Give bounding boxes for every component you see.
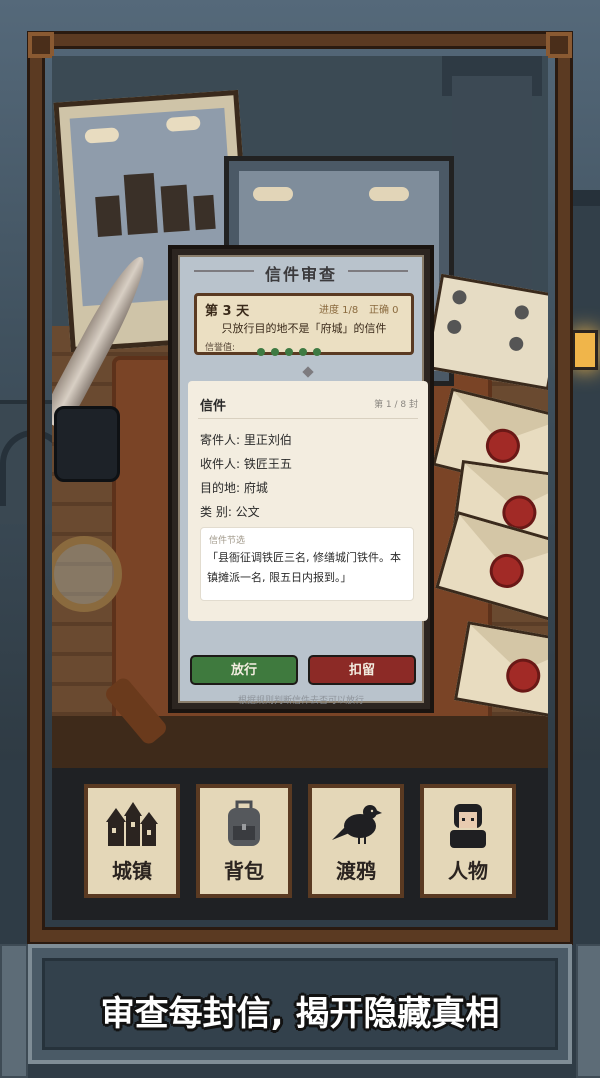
menu-label: 人物 — [448, 859, 488, 883]
wax-seal-icon — [503, 655, 543, 696]
letter-page-count: 第 1 / 8 封 — [374, 400, 418, 410]
letter-review-panel: 信件审查 第 3 天 进度 1/8 正确 0 只放行目的地不是「府城」的信件 信… — [168, 245, 434, 713]
day-label: 第 3 天 — [205, 304, 250, 319]
panel-title-wrap: 信件审查 — [180, 261, 422, 285]
sender-field: 寄件人: 里正刘伯 — [200, 433, 292, 447]
panel-title: 信件审查 — [264, 265, 337, 284]
menu-town-button[interactable]: 城镇 — [84, 784, 180, 898]
avatar-icon — [451, 289, 468, 306]
cloud-icon — [253, 187, 293, 201]
raven-icon — [332, 805, 382, 844]
caption-text: 审查每封信, 揭开隐藏真相 — [100, 994, 500, 1034]
divider-diamond — [302, 366, 314, 378]
trust-dot — [271, 348, 279, 356]
avatar-icon — [513, 304, 530, 321]
cloud-icon — [369, 187, 409, 201]
frame-corner — [546, 32, 572, 58]
menu-label: 城镇 — [112, 859, 152, 883]
house-icon — [193, 194, 216, 231]
destination-field: 目的地: 府城 — [200, 481, 268, 495]
correct-count: 正确 0 — [369, 305, 399, 316]
menu-character-button[interactable]: 人物 — [420, 784, 516, 898]
avatar-icon — [446, 318, 463, 335]
trust-dot — [285, 348, 293, 356]
letter-card: 信件 第 1 / 8 封 寄件人: 里正刘伯 收件人: 铁匠王五 目的地: 府城… — [188, 381, 428, 621]
hint-text: 根据规则判断信件去否可以放行 — [237, 696, 364, 706]
inkpot-icon — [54, 406, 120, 482]
menu-label: 背包 — [224, 859, 264, 883]
trust-meter — [257, 341, 327, 360]
trust-dot — [257, 348, 265, 356]
day-info-card: 第 3 天 进度 1/8 正确 0 只放行目的地不是「府城」的信件 信誉值: — [194, 293, 414, 356]
house-icon — [160, 184, 190, 233]
category-field: 类 别: 公文 — [200, 505, 260, 519]
town-icon — [106, 802, 158, 846]
menu-raven-button[interactable]: 渡鸦 — [308, 784, 404, 898]
pass-button[interactable]: 放行 — [190, 655, 298, 685]
backpack-icon — [228, 800, 260, 846]
recipient-field: 收件人: 铁匠王五 — [200, 457, 292, 471]
cloud-icon — [165, 115, 201, 132]
lamp-icon — [572, 330, 598, 370]
cloud-icon — [84, 127, 120, 144]
menu-label: 渡鸦 — [336, 859, 376, 883]
letter-divider — [198, 418, 418, 419]
house-icon — [123, 172, 158, 235]
menu-backpack-button[interactable]: 背包 — [196, 784, 292, 898]
excerpt-label: 信件节选 — [209, 536, 246, 546]
progress-text: 进度 1/8 — [319, 305, 359, 316]
panel-body: 信件审查 第 3 天 进度 1/8 正确 0 只放行目的地不是「府城」的信件 信… — [178, 255, 428, 706]
hold-button[interactable]: 扣留 — [308, 655, 416, 685]
wax-seal-icon — [485, 549, 528, 592]
excerpt-text: 「县衙征调铁匠三名, 修缮城门铁件。本镇摊派一名, 限五日内报到。」 — [207, 551, 401, 584]
trust-dot — [313, 348, 321, 356]
avatar-icon — [508, 335, 525, 352]
frame-corner — [28, 32, 54, 58]
wax-seal-icon — [482, 425, 524, 467]
letter-excerpt: 信件节选 「县衙征调铁匠三名, 修缮城门铁件。本镇摊派一名, 限五日内报到。」 — [200, 527, 414, 601]
rule-text: 只放行目的地不是「府城」的信件 — [221, 322, 387, 335]
trust-dot — [299, 348, 307, 356]
character-icon — [450, 804, 486, 848]
trust-label: 信誉值: — [205, 343, 236, 353]
clock-tower — [452, 76, 532, 296]
desk-edge — [52, 716, 548, 768]
letter-heading: 信件 — [200, 399, 227, 414]
house-icon — [95, 195, 122, 237]
